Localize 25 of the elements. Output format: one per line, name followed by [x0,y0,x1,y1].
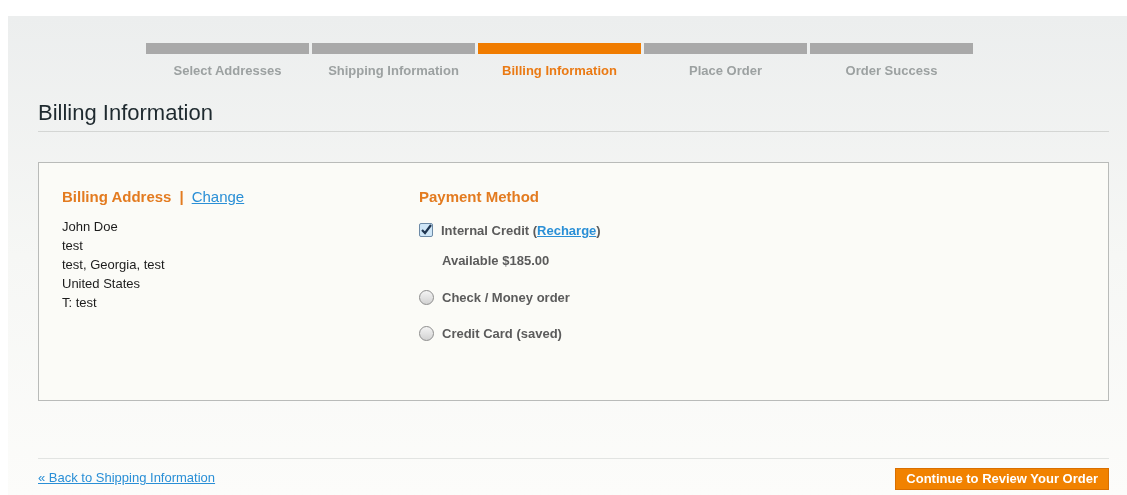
payment-option-label: Internal Credit (Recharge) [441,221,601,240]
address-line: test, Georgia, test [62,255,166,274]
section-heading: Billing Address [62,186,172,207]
available-credit: Available $185.00 [442,252,551,270]
address-line: T: test [62,293,98,312]
section-heading: Payment Method [419,186,540,207]
progress-step-label: Select Addresses [173,62,282,80]
address-line: John Doe [62,217,119,236]
payment-option-label: Credit Card (saved) [442,325,562,343]
page-title: Billing Information [38,98,214,127]
progress-step-label: Billing Information [502,62,617,80]
separator: | [179,186,184,207]
checkbox[interactable] [419,223,433,238]
radio-button[interactable] [419,326,434,342]
continue-button[interactable]: Continue to Review Your Order [895,467,1109,490]
back-link[interactable]: « Back to Shipping Information [38,468,216,488]
payment-option-label: Check / Money order [442,288,570,307]
radio-button[interactable] [419,289,434,305]
address-line: United States [62,274,142,293]
progress-step-label: Shipping Information [328,62,459,80]
change-link[interactable]: Change [191,186,245,207]
address-line: test [62,236,84,255]
recharge-link[interactable]: Recharge [537,222,597,238]
progress-step-label: Order Success [845,62,938,80]
progress-step-label: Place Order [689,62,762,80]
